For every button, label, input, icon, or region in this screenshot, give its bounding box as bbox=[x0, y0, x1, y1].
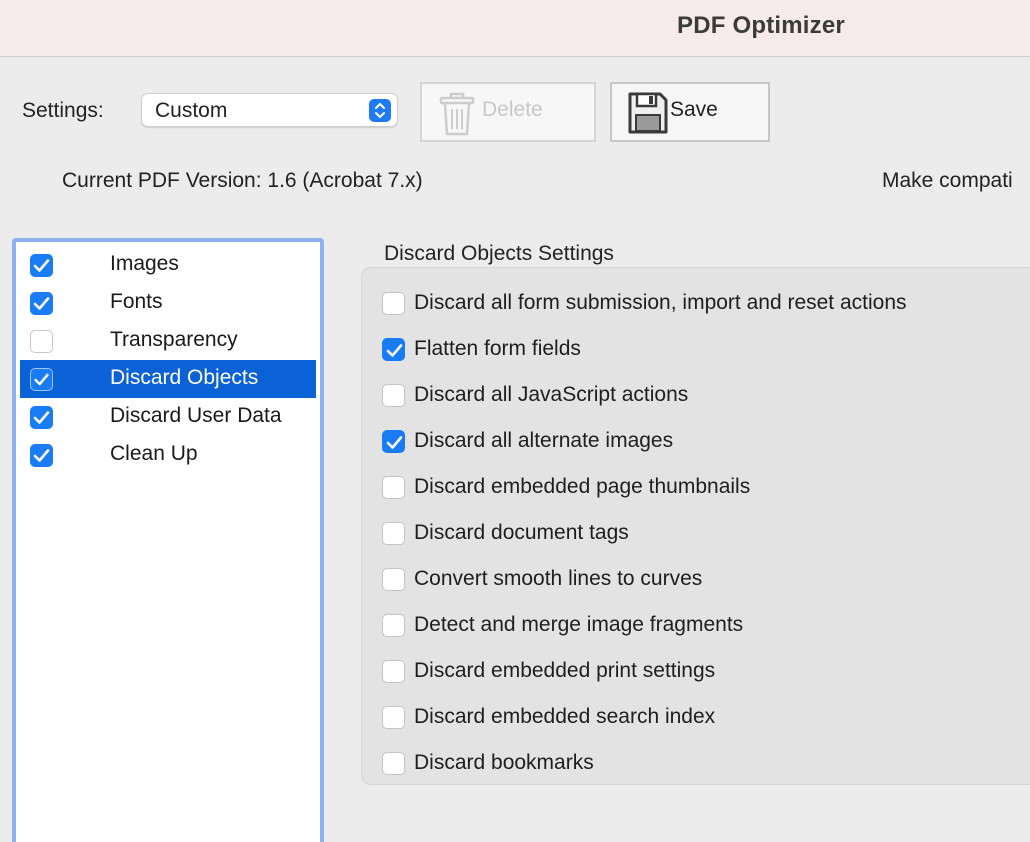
option-checkbox[interactable] bbox=[382, 706, 405, 729]
option-label: Discard embedded print settings bbox=[414, 659, 716, 682]
save-button-label: Save bbox=[670, 98, 718, 121]
category-list: Images Fonts Transparency Discard Object… bbox=[12, 238, 324, 842]
title-bar: PDF Optimizer bbox=[0, 0, 1030, 57]
option-label: Discard document tags bbox=[414, 521, 629, 544]
chevron-updown-icon bbox=[369, 99, 391, 122]
option-checkbox[interactable] bbox=[382, 338, 405, 361]
option-label: Discard embedded page thumbnails bbox=[414, 475, 751, 498]
settings-select[interactable]: Custom bbox=[141, 93, 398, 127]
option-checkbox[interactable] bbox=[382, 384, 405, 407]
option-label: Discard embedded search index bbox=[414, 705, 716, 728]
transparency-checkbox[interactable] bbox=[30, 330, 53, 353]
list-item-clean-up[interactable]: Clean Up bbox=[20, 436, 316, 474]
settings-label: Settings: bbox=[22, 99, 104, 122]
option-label: Convert smooth lines to curves bbox=[414, 567, 703, 590]
list-item-fonts[interactable]: Fonts bbox=[20, 284, 316, 322]
discard-objects-checkbox[interactable] bbox=[30, 368, 53, 391]
option-label: Flatten form fields bbox=[414, 337, 581, 360]
option-checkbox[interactable] bbox=[382, 522, 405, 545]
option-checkbox[interactable] bbox=[382, 660, 405, 683]
list-item-label: Discard User Data bbox=[110, 404, 282, 427]
window-title: PDF Optimizer bbox=[677, 12, 845, 39]
option-checkbox[interactable] bbox=[382, 568, 405, 591]
list-item-label: Fonts bbox=[110, 290, 163, 313]
clean-up-checkbox[interactable] bbox=[30, 444, 53, 467]
fonts-checkbox[interactable] bbox=[30, 292, 53, 315]
option-label: Discard bookmarks bbox=[414, 751, 594, 774]
delete-button-label: Delete bbox=[482, 98, 543, 121]
list-item-label: Images bbox=[110, 252, 179, 275]
option-label: Discard all alternate images bbox=[414, 429, 674, 452]
list-item-transparency[interactable]: Transparency bbox=[20, 322, 316, 360]
current-pdf-version: Current PDF Version: 1.6 (Acrobat 7.x) bbox=[62, 169, 423, 192]
option-checkbox[interactable] bbox=[382, 476, 405, 499]
make-compatible-label: Make compati bbox=[882, 169, 1013, 192]
option-checkbox[interactable] bbox=[382, 430, 405, 453]
settings-select-value: Custom bbox=[155, 99, 228, 122]
option-checkbox[interactable] bbox=[382, 752, 405, 775]
images-checkbox[interactable] bbox=[30, 254, 53, 277]
list-item-discard-user-data[interactable]: Discard User Data bbox=[20, 398, 316, 436]
list-item-label: Discard Objects bbox=[110, 366, 259, 389]
option-checkbox[interactable] bbox=[382, 614, 405, 637]
option-label: Discard all form submission, import and … bbox=[414, 291, 907, 314]
discard-objects-settings-title: Discard Objects Settings bbox=[384, 242, 614, 265]
discard-user-data-checkbox[interactable] bbox=[30, 406, 53, 429]
trash-icon bbox=[438, 92, 476, 136]
list-item-label: Transparency bbox=[110, 328, 238, 351]
option-checkbox[interactable] bbox=[382, 292, 405, 315]
delete-button[interactable]: Delete bbox=[420, 82, 596, 142]
save-button[interactable]: Save bbox=[610, 82, 770, 142]
list-item-discard-objects[interactable]: Discard Objects bbox=[20, 360, 316, 398]
list-item-label: Clean Up bbox=[110, 442, 198, 465]
option-label: Discard all JavaScript actions bbox=[414, 383, 689, 406]
option-label: Detect and merge image fragments bbox=[414, 613, 744, 636]
list-item-images[interactable]: Images bbox=[20, 246, 316, 284]
floppy-disk-icon bbox=[628, 92, 668, 134]
